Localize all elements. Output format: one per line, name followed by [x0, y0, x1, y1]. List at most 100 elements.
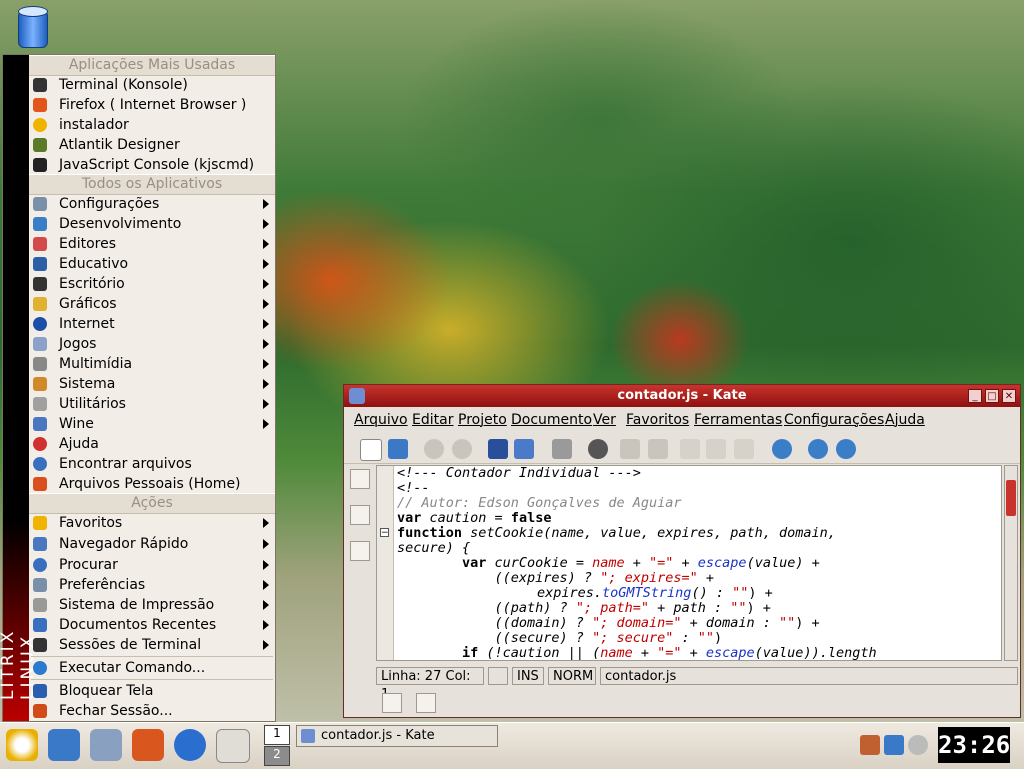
menu-item-home[interactable]: Arquivos Pessoais (Home) [29, 474, 275, 494]
menu-item-utilitarios[interactable]: Utilitários [29, 394, 275, 414]
menu-item-configuracoes[interactable]: Configurações [29, 194, 275, 214]
open-folder-icon[interactable] [388, 439, 408, 459]
new-file-icon[interactable] [360, 439, 382, 461]
menu-projeto[interactable]: Projeto [458, 412, 507, 428]
undo-icon[interactable] [620, 439, 640, 459]
control-center-icon[interactable] [90, 729, 122, 761]
menu-item-desenvolvimento[interactable]: Desenvolvimento [29, 214, 275, 234]
menu-item-documentos-recentes[interactable]: Documentos Recentes [29, 615, 275, 635]
quick-browser-icon [33, 537, 47, 551]
documents-panel-icon[interactable] [350, 469, 370, 489]
menu-item-multimidia[interactable]: Multimídia [29, 354, 275, 374]
taskbar-item-kate[interactable]: contador.js - Kate [296, 725, 498, 747]
insert-mode[interactable]: INS [512, 667, 544, 685]
fold-marker-icon[interactable]: − [380, 528, 389, 538]
project-panel-icon[interactable] [350, 505, 370, 525]
submenu-arrow-icon [263, 580, 269, 590]
menu-item-graficos[interactable]: Gráficos [29, 294, 275, 314]
pager-desktop-1[interactable]: 1 [264, 725, 290, 745]
find-in-files-icon[interactable] [382, 693, 402, 713]
menu-ajuda[interactable]: Ajuda [885, 412, 925, 428]
close-button[interactable]: ✕ [1002, 389, 1016, 403]
paste-icon[interactable] [734, 439, 754, 459]
menu-ferramentas[interactable]: Ferramentas [694, 412, 782, 428]
menu-favoritos[interactable]: Favoritos [626, 412, 689, 428]
save-as-icon[interactable] [514, 439, 534, 459]
menu-item-kjscmd[interactable]: JavaScript Console (kjscmd) [29, 155, 275, 175]
menu-item-sistema[interactable]: Sistema [29, 374, 275, 394]
code-line: <!--- Contador Individual ---> [397, 465, 641, 481]
menu-item-encontrar-arquivos[interactable]: Encontrar arquivos [29, 454, 275, 474]
terminal-panel-icon[interactable] [416, 693, 436, 713]
menu-item-atlantik[interactable]: Atlantik Designer [29, 135, 275, 155]
menu-separator [31, 656, 273, 657]
menu-item-editores[interactable]: Editores [29, 234, 275, 254]
redo-icon[interactable] [648, 439, 668, 459]
klipper-icon[interactable] [860, 735, 880, 755]
network-icon[interactable] [884, 735, 904, 755]
minimize-button[interactable]: _ [968, 389, 982, 403]
search-icon [33, 558, 47, 572]
menu-item-impressao[interactable]: Sistema de Impressão [29, 595, 275, 615]
filesystem-panel-icon[interactable] [350, 541, 370, 561]
menu-item-bloquear-tela[interactable]: Bloquear Tela [29, 681, 275, 701]
menu-item-navegador-rapido[interactable]: Navegador Rápido [29, 534, 275, 554]
cd-icon[interactable] [908, 735, 928, 755]
clock[interactable]: 23:26 [938, 727, 1010, 763]
zoom-in-icon[interactable] [808, 439, 828, 459]
menu-item-ajuda[interactable]: Ajuda [29, 434, 275, 454]
menu-item-executar-comando[interactable]: Executar Comando... [29, 658, 275, 678]
kwrite-icon[interactable] [216, 729, 250, 763]
trash-icon[interactable] [14, 4, 50, 50]
back-icon[interactable] [424, 439, 444, 459]
copy-icon[interactable] [706, 439, 726, 459]
menu-item-sessoes-terminal[interactable]: Sessões de Terminal [29, 635, 275, 655]
submenu-arrow-icon [263, 359, 269, 369]
menu-editar[interactable]: Editar [412, 412, 453, 428]
maximize-button[interactable]: □ [985, 389, 999, 403]
save-icon[interactable] [488, 439, 508, 459]
menu-item-procurar[interactable]: Procurar [29, 555, 275, 575]
menu-item-jogos[interactable]: Jogos [29, 334, 275, 354]
menu-ver[interactable]: Ver [593, 412, 616, 428]
section-header-most-used: Aplicações Mais Usadas [29, 55, 275, 76]
menu-separator [31, 679, 273, 680]
print-icon[interactable] [552, 439, 572, 459]
menu-item-favoritos[interactable]: Favoritos [29, 513, 275, 533]
desktop-icon[interactable] [48, 729, 80, 761]
kate-titlebar[interactable]: contador.js - Kate _ □ ✕ [344, 385, 1020, 407]
submenu-arrow-icon [263, 518, 269, 528]
kate-statusbar: Linha: 27 Col: 1 INS NORM contador.js [376, 667, 1018, 702]
submenu-arrow-icon [263, 219, 269, 229]
code-line: // Autor: Edson Gonçalves de Aguiar [397, 495, 682, 511]
vertical-scrollbar[interactable] [1004, 465, 1018, 661]
find-icon[interactable] [772, 439, 792, 459]
submenu-arrow-icon [263, 319, 269, 329]
close-document-icon[interactable] [588, 439, 608, 459]
code-line: expires.toGMTString() : "") + [537, 585, 773, 601]
konqueror-icon[interactable] [174, 729, 206, 761]
menu-item-preferencias[interactable]: Preferências [29, 575, 275, 595]
menu-documento[interactable]: Documento [511, 412, 592, 428]
kde-menu-icon[interactable] [6, 729, 38, 761]
code-editor[interactable]: − <!--- Contador Individual ---> <!-- //… [376, 465, 1002, 661]
pager-desktop-2[interactable]: 2 [264, 746, 290, 766]
scrollbar-thumb[interactable] [1006, 480, 1016, 516]
menu-item-wine[interactable]: Wine [29, 414, 275, 434]
menu-configuracoes[interactable]: Configurações [784, 412, 884, 428]
menu-item-firefox[interactable]: Firefox ( Internet Browser ) [29, 95, 275, 115]
menu-item-instalador[interactable]: instalador [29, 115, 275, 135]
menu-item-escritorio[interactable]: Escritório [29, 274, 275, 294]
zoom-out-icon[interactable] [836, 439, 856, 459]
cut-icon[interactable] [680, 439, 700, 459]
menu-arquivo[interactable]: Arquivo [354, 412, 408, 428]
submenu-arrow-icon [263, 379, 269, 389]
menu-item-educativo[interactable]: Educativo [29, 254, 275, 274]
forward-icon[interactable] [452, 439, 472, 459]
selection-mode[interactable]: NORM [548, 667, 596, 685]
home-icon[interactable] [132, 729, 164, 761]
menu-item-fechar-sessao[interactable]: Fechar Sessão... [29, 701, 275, 721]
menu-item-terminal[interactable]: Terminal (Konsole) [29, 75, 275, 95]
menu-item-internet[interactable]: Internet [29, 314, 275, 334]
submenu-arrow-icon [263, 239, 269, 249]
